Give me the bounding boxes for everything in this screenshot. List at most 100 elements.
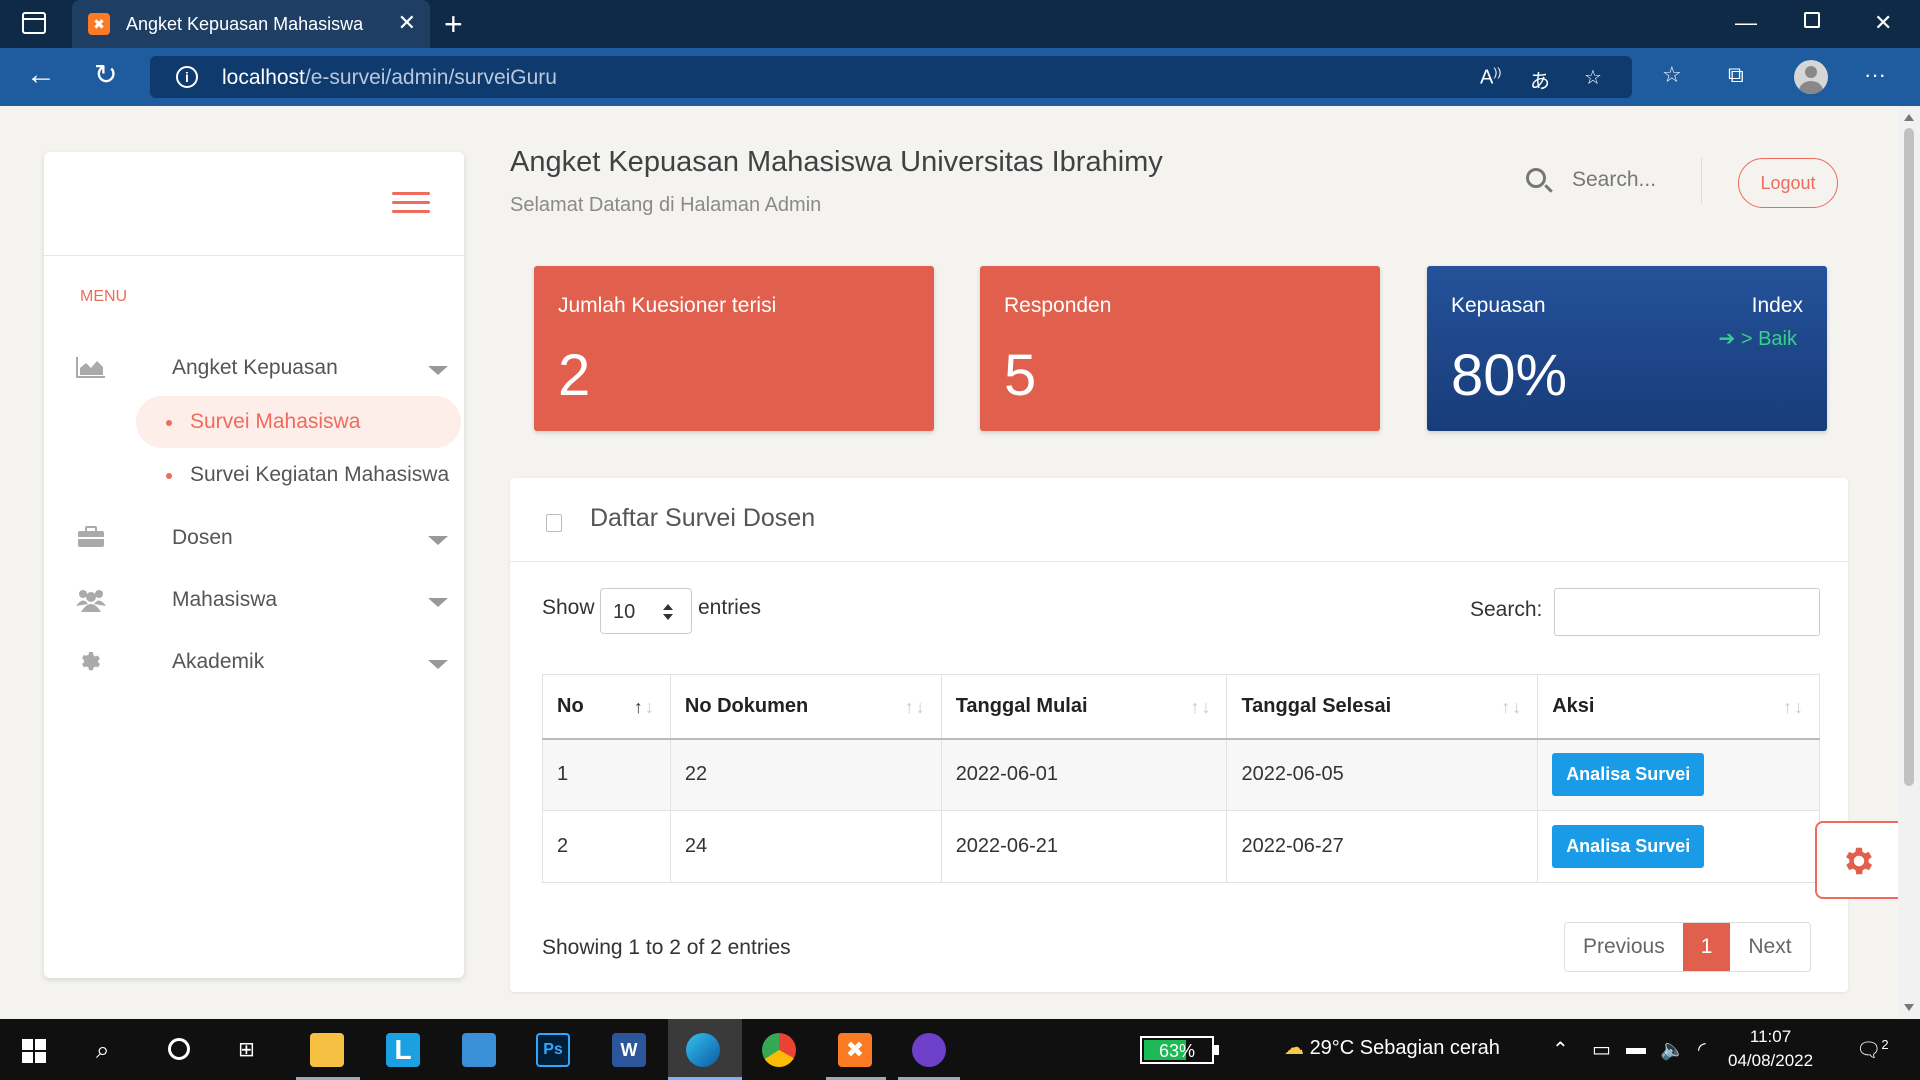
sidebar-item-label: Akademik xyxy=(172,650,265,673)
sidebar-item-label: Angket Kepuasan xyxy=(172,356,338,379)
word-icon[interactable]: W xyxy=(612,1033,646,1067)
edge-browser-icon[interactable] xyxy=(686,1033,720,1067)
column-header-dokumen[interactable]: No Dokumen ↑↓ xyxy=(669,674,942,740)
table-row: 1 22 2022-06-01 2022-06-05 Analisa Surve… xyxy=(542,738,1820,811)
notifications-icon[interactable]: 🗨2 xyxy=(1856,1037,1889,1063)
url-text: localhost/e-survei/admin/surveiGuru xyxy=(222,66,557,89)
table-search-input[interactable] xyxy=(1554,588,1820,636)
show-label: Show xyxy=(542,596,595,619)
column-header-aksi[interactable]: Aksi ↑↓ xyxy=(1537,674,1820,740)
chrome-icon[interactable] xyxy=(762,1033,796,1067)
xampp-icon[interactable]: ✖ xyxy=(838,1033,872,1067)
gear-icon xyxy=(1841,843,1877,884)
scrollbar-thumb[interactable] xyxy=(1904,128,1914,786)
survey-table: No ↑↓ No Dokumen ↑↓ Tanggal Mulai ↑↓ Tangga… xyxy=(542,674,1820,883)
mail-icon[interactable] xyxy=(462,1033,496,1067)
tab-actions-icon[interactable] xyxy=(22,12,46,34)
volume-icon[interactable]: 🔈 xyxy=(1660,1037,1685,1062)
scroll-up-icon[interactable] xyxy=(1904,114,1914,121)
battery-tray-icon[interactable]: ▬ xyxy=(1626,1037,1646,1060)
stat-value: 2 xyxy=(558,343,591,408)
entries-select[interactable]: 10 xyxy=(600,588,692,634)
settings-float-button[interactable] xyxy=(1815,821,1898,899)
add-favorite-icon[interactable]: ☆ xyxy=(1584,65,1602,90)
window-close-icon[interactable]: ✕ xyxy=(1874,10,1892,36)
search-icon[interactable] xyxy=(1526,168,1546,188)
search-icon[interactable]: ⌕ xyxy=(96,1037,109,1065)
cortana-icon[interactable] xyxy=(168,1038,190,1060)
table-search-label: Search: xyxy=(1470,598,1543,621)
windows-start-icon[interactable] xyxy=(22,1039,46,1063)
cell-selesai: 2022-06-05 xyxy=(1226,738,1539,811)
wifi-icon[interactable]: ◜ xyxy=(1698,1037,1706,1062)
back-icon[interactable]: ← xyxy=(26,60,56,90)
restore-icon[interactable] xyxy=(1804,12,1820,28)
sidebar-item-angket-kepuasan[interactable]: Angket Kepuasan xyxy=(76,348,448,388)
bullet-icon xyxy=(166,473,172,479)
translate-icon[interactable]: あ xyxy=(1530,65,1550,94)
header-search-input[interactable] xyxy=(1572,164,1722,196)
task-view-icon[interactable]: ⊞ xyxy=(238,1037,255,1062)
sidebar-subitem-survei-kegiatan[interactable]: Survei Kegiatan Mahasiswa xyxy=(136,449,461,501)
chevron-down-icon xyxy=(428,660,448,669)
page-scrollbar[interactable] xyxy=(1898,106,1920,1019)
arrow-right-icon: ➔ xyxy=(1718,328,1741,350)
stat-index-label: Index xyxy=(1751,294,1803,317)
chevron-up-icon[interactable]: ⌃ xyxy=(1552,1037,1569,1062)
stat-card-kuesioner: Jumlah Kuesioner terisi 2 xyxy=(534,266,934,431)
header-divider xyxy=(1701,158,1702,204)
analisa-survei-button[interactable]: Analisa Survei xyxy=(1552,753,1705,797)
logout-button[interactable]: Logout xyxy=(1738,158,1838,208)
sort-icon: ↑↓ xyxy=(1190,697,1213,717)
browser-tab-bar: ✖ Angket Kepuasan Mahasiswa ✕ + — ✕ xyxy=(0,0,1920,48)
sidebar-subitem-survei-mahasiswa[interactable]: Survei Mahasiswa xyxy=(136,396,461,448)
more-menu-icon[interactable]: ··· xyxy=(1864,62,1886,88)
sidebar-item-mahasiswa[interactable]: Mahasiswa xyxy=(76,580,448,620)
analisa-survei-button[interactable]: Analisa Survei xyxy=(1552,825,1705,868)
stat-value: 80% xyxy=(1451,343,1568,408)
clock-time: 11:07 xyxy=(1749,1027,1792,1046)
tab-title: Angket Kepuasan Mahasiswa xyxy=(126,14,364,34)
cell-aksi: Analisa Survei xyxy=(1537,810,1820,883)
read-aloud-icon[interactable]: A)) xyxy=(1480,65,1501,90)
column-header-mulai[interactable]: Tanggal Mulai ↑↓ xyxy=(940,674,1228,740)
sort-icon: ↑↓ xyxy=(1783,697,1805,717)
column-header-no[interactable]: No ↑↓ xyxy=(542,674,671,740)
cell-selesai: 2022-06-27 xyxy=(1226,810,1539,883)
scroll-down-icon[interactable] xyxy=(1904,1004,1914,1011)
sort-icon: ↑↓ xyxy=(1501,697,1524,717)
previous-page-button[interactable]: Previous xyxy=(1565,923,1683,971)
minimize-icon[interactable]: — xyxy=(1735,10,1757,36)
sidebar-item-akademik[interactable]: Akademik xyxy=(76,642,448,682)
page-subtitle: Selamat Datang di Halaman Admin xyxy=(510,194,822,216)
page-1-button[interactable]: 1 xyxy=(1682,923,1731,971)
new-tab-icon[interactable]: + xyxy=(444,6,463,43)
hamburger-menu-icon[interactable] xyxy=(392,192,430,214)
next-page-button[interactable]: Next xyxy=(1730,923,1809,971)
pagination: Previous 1 Next xyxy=(1564,922,1811,972)
meet-now-icon[interactable]: ▭ xyxy=(1592,1037,1611,1062)
battery-indicator[interactable]: 63% xyxy=(1140,1036,1219,1064)
profile-avatar-icon[interactable] xyxy=(1794,60,1828,94)
stepper-up-icon xyxy=(663,604,673,610)
github-desktop-icon[interactable] xyxy=(912,1033,946,1067)
sidebar-item-label: Mahasiswa xyxy=(172,588,278,611)
url-field[interactable]: i localhost/e-survei/admin/surveiGuru A)… xyxy=(150,56,1632,98)
favorites-icon[interactable]: ☆ xyxy=(1662,62,1682,88)
stat-label: Responden xyxy=(1004,294,1112,317)
browser-tab[interactable]: ✖ Angket Kepuasan Mahasiswa ✕ xyxy=(72,0,430,48)
weather-widget[interactable]: ☁ 29°C Sebagian cerah xyxy=(1284,1035,1500,1060)
clock-date: 04/08/2022 xyxy=(1728,1051,1814,1070)
column-header-selesai[interactable]: Tanggal Selesai ↑↓ xyxy=(1226,674,1539,740)
l-app-icon[interactable]: L xyxy=(386,1033,420,1067)
site-info-icon[interactable]: i xyxy=(176,66,198,88)
tab-close-icon[interactable]: ✕ xyxy=(398,10,416,36)
collections-icon[interactable]: ⧉ xyxy=(1728,62,1744,88)
photoshop-icon[interactable]: Ps xyxy=(536,1033,570,1067)
system-clock[interactable]: 11:07 04/08/2022 xyxy=(1728,1025,1813,1073)
table-info: Showing 1 to 2 of 2 entries xyxy=(542,936,791,959)
sidebar-item-dosen[interactable]: Dosen xyxy=(76,518,448,558)
file-explorer-icon[interactable] xyxy=(310,1033,344,1067)
battery-percent: 63% xyxy=(1158,1041,1196,1061)
refresh-icon[interactable]: ↻ xyxy=(94,60,117,90)
